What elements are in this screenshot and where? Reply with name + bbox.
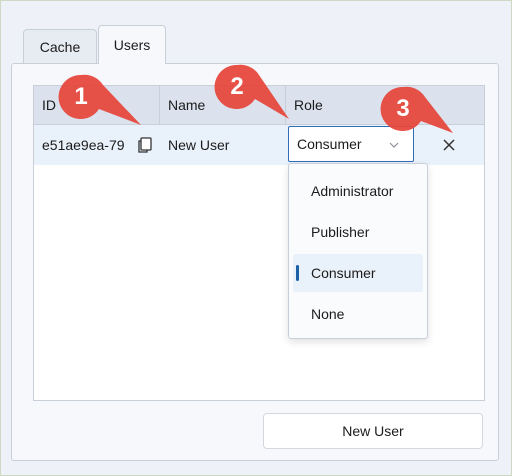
column-header-id-label: ID: [42, 97, 56, 113]
new-user-button[interactable]: New User: [263, 413, 483, 449]
tab-cache-label: Cache: [39, 38, 81, 55]
role-option-administrator[interactable]: Administrator: [293, 172, 423, 210]
role-option-label: None: [311, 306, 345, 322]
role-option-label: Publisher: [311, 224, 370, 240]
role-select-value: Consumer: [297, 136, 362, 152]
role-option-consumer[interactable]: Consumer: [293, 254, 423, 292]
cell-name[interactable]: New User: [160, 125, 286, 165]
tab-cache[interactable]: Cache: [23, 29, 97, 63]
marker-number: 1: [74, 83, 88, 110]
role-option-none[interactable]: None: [293, 295, 423, 333]
window-frame: Cache Users ID Name Role e51ae9ea-79 New…: [0, 0, 512, 476]
marker-number: 2: [230, 73, 244, 100]
role-option-label: Administrator: [311, 183, 394, 199]
column-header-name-label: Name: [168, 97, 206, 113]
annotation-marker-3: 3: [377, 83, 453, 153]
tab-users-label: Users: [113, 37, 151, 53]
role-dropdown-list: Administrator Publisher Consumer None: [288, 163, 428, 339]
selected-indicator: [296, 265, 299, 281]
marker-number: 3: [396, 95, 410, 122]
annotation-marker-1: 1: [55, 71, 142, 141]
role-option-publisher[interactable]: Publisher: [293, 213, 423, 251]
user-name-text: New User: [168, 137, 230, 153]
new-user-button-label: New User: [342, 423, 404, 439]
tab-users[interactable]: Users: [98, 25, 166, 64]
annotation-marker-2: 2: [211, 61, 289, 131]
role-option-label: Consumer: [311, 265, 376, 281]
